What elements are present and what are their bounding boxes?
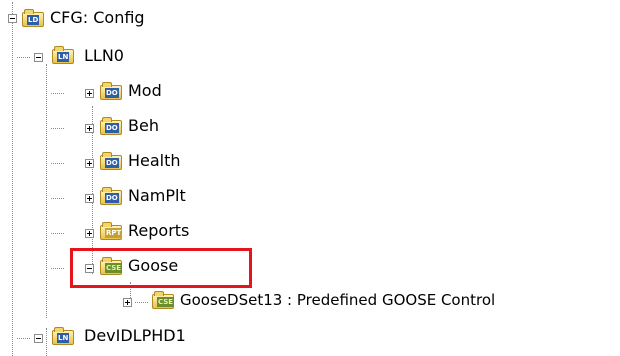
tree-node-label: Reports: [128, 221, 190, 240]
tree-guide-line: [46, 328, 47, 356]
folder-icon: DO: [100, 187, 122, 205]
folder-icon: DO: [100, 117, 122, 135]
tree-guide-line: [51, 198, 64, 199]
tree-node-label: NamPlt: [128, 186, 186, 205]
expand-toggle[interactable]: [85, 89, 94, 98]
tree-guide-line: [17, 338, 30, 339]
highlight-box: [70, 248, 252, 288]
folder-icon: RPT: [100, 222, 123, 240]
expand-toggle[interactable]: [85, 124, 94, 133]
tree-node-label: GooseDSet13 : Predefined GOOSE Control: [180, 291, 496, 309]
tree-view: LD CFG: Config LN LLN0 DO Mod DO Beh DO …: [0, 0, 620, 356]
folder-icon: LD: [22, 9, 44, 27]
tree-guide-line: [135, 302, 148, 303]
tree-guide-line: [51, 268, 64, 269]
collapse-toggle[interactable]: [34, 334, 43, 343]
tree-guide-line: [51, 233, 64, 234]
folder-icon: CSE: [152, 291, 175, 309]
folder-icon: LN: [52, 46, 74, 64]
folder-icon: LN: [52, 327, 74, 345]
tree-guide-line: [17, 57, 30, 58]
expand-toggle[interactable]: [123, 298, 132, 307]
tree-guide-line: [51, 93, 64, 94]
folder-icon: DO: [100, 82, 122, 100]
tree-guide-line: [12, 2, 13, 356]
expand-toggle[interactable]: [85, 194, 94, 203]
tree-node-label: Health: [128, 151, 181, 170]
expand-toggle[interactable]: [85, 159, 94, 168]
tree-node-label: LLN0: [84, 46, 124, 65]
tree-guide-line: [51, 163, 64, 164]
tree-node-label: Mod: [128, 81, 162, 100]
tree-guide-line: [51, 128, 64, 129]
tree-node-label: DevIDLPHD1: [84, 326, 186, 345]
collapse-toggle[interactable]: [34, 53, 43, 62]
tree-guide-line: [46, 64, 47, 318]
folder-icon: DO: [100, 152, 122, 170]
collapse-toggle[interactable]: [8, 14, 17, 23]
expand-toggle[interactable]: [85, 229, 94, 238]
tree-node-label: Beh: [128, 116, 159, 135]
tree-node-label: CFG: Config: [50, 8, 145, 27]
